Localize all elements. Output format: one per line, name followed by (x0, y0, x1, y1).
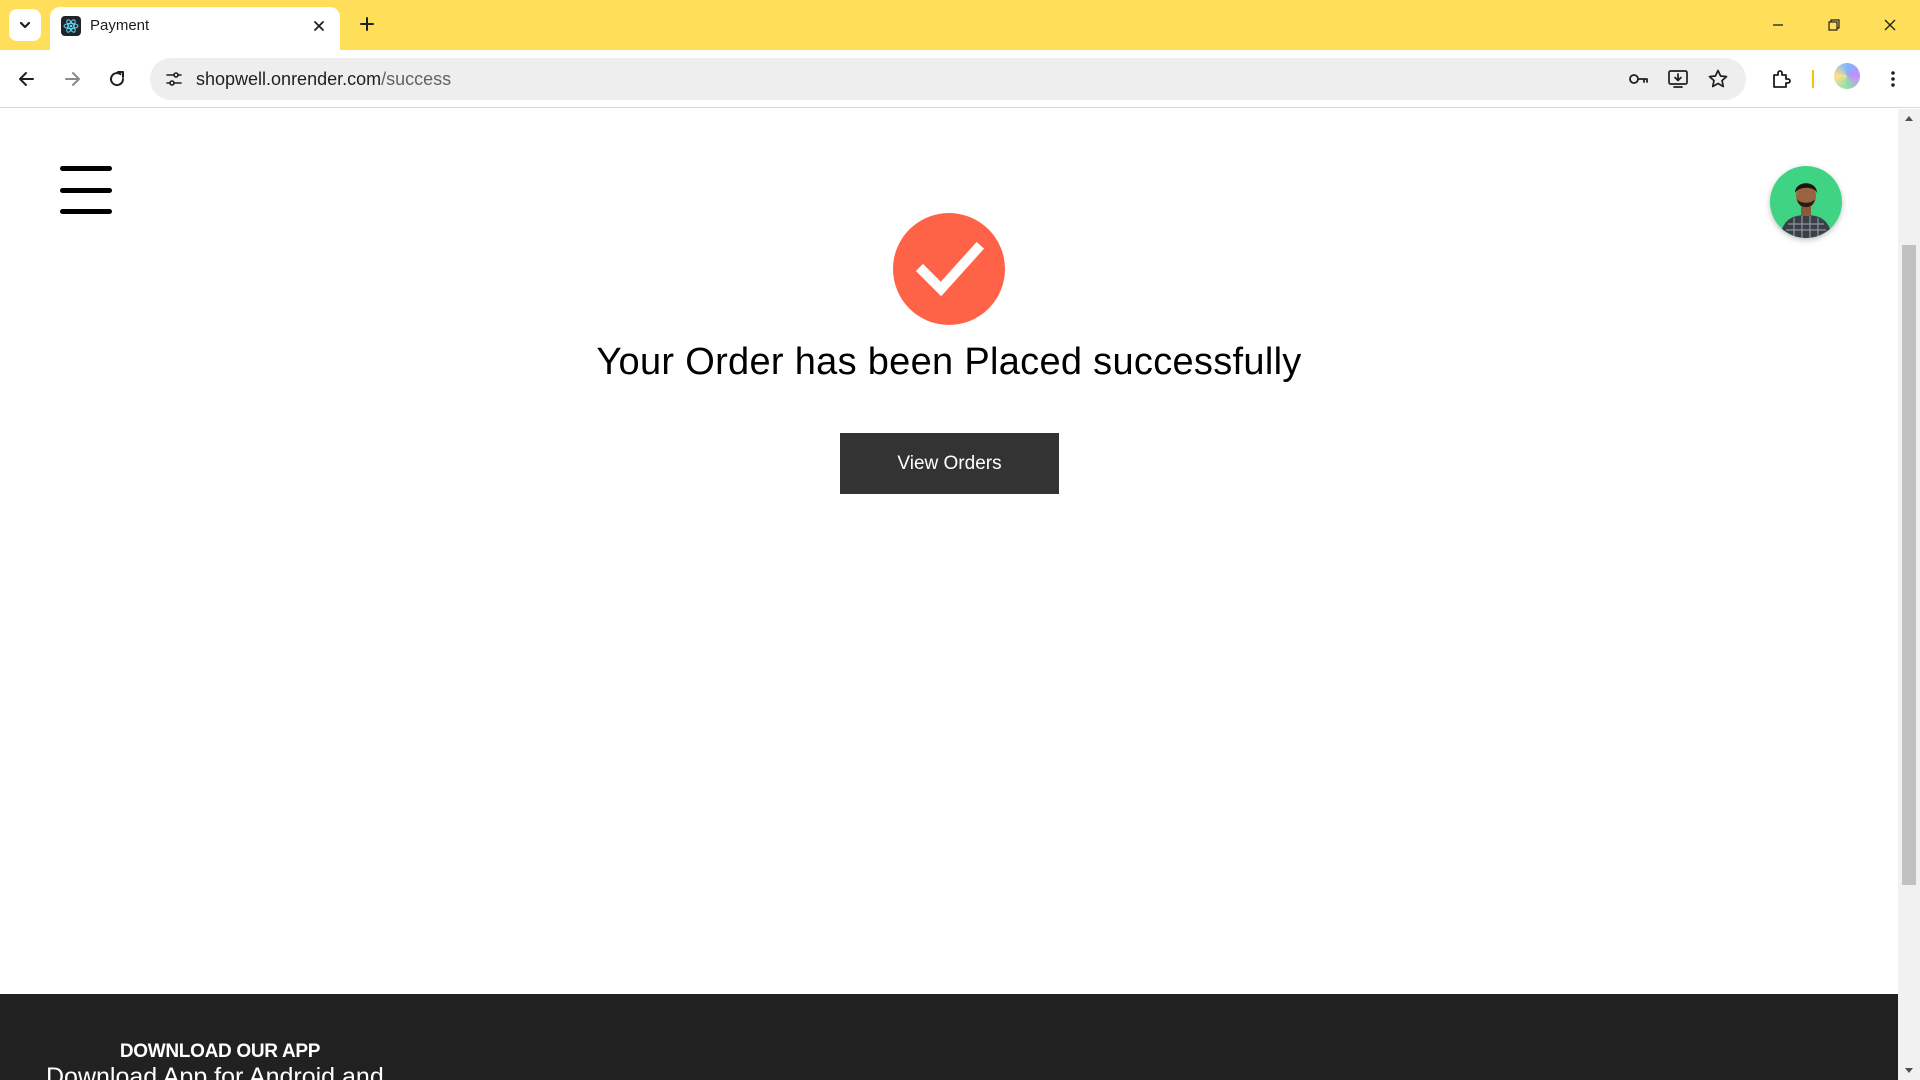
hamburger-line (60, 166, 112, 171)
url-text[interactable]: shopwell.onrender.com/success (196, 69, 451, 90)
password-key-button[interactable] (1622, 63, 1654, 95)
forward-button[interactable] (55, 62, 89, 96)
puzzle-icon (1773, 70, 1791, 88)
install-app-button[interactable] (1662, 63, 1694, 95)
arrow-left-icon (19, 72, 34, 86)
tune-icon (166, 72, 182, 86)
more-vertical-icon (1891, 71, 1895, 87)
active-tab[interactable]: Payment (50, 7, 340, 50)
reload-icon (110, 71, 125, 87)
tab-title: Payment (90, 17, 150, 34)
key-icon (1629, 74, 1648, 84)
footer-download-text: Download App for Android and (46, 1063, 384, 1080)
react-logo-icon (61, 16, 81, 36)
arrow-right-icon (65, 72, 80, 86)
scrollbar-thumb[interactable] (1902, 245, 1916, 885)
reload-button[interactable] (100, 62, 134, 96)
plus-icon (360, 17, 374, 31)
hamburger-line (60, 209, 112, 214)
back-button[interactable] (10, 62, 44, 96)
scroll-up-button[interactable] (1898, 109, 1920, 127)
url-host: shopwell.onrender.com (196, 69, 382, 89)
browser-menu-button[interactable] (1876, 62, 1910, 96)
triangle-up-icon (1905, 116, 1913, 121)
close-icon (314, 21, 324, 31)
close-icon (1884, 19, 1896, 31)
extensions-button[interactable] (1764, 62, 1798, 96)
success-message: Your Order has been Placed successfully (596, 341, 1302, 383)
site-info-button[interactable] (158, 63, 190, 95)
minimize-button[interactable] (1750, 0, 1806, 50)
install-icon (1668, 70, 1688, 88)
footer-download-heading: DOWNLOAD OUR APP (119, 1041, 321, 1062)
star-icon (1708, 69, 1728, 88)
hamburger-menu-icon[interactable] (58, 164, 114, 216)
toolbar-separator (1812, 70, 1814, 88)
user-avatar[interactable] (1770, 166, 1842, 238)
success-check-badge (893, 213, 1005, 325)
check-icon (915, 241, 985, 297)
user-photo-icon (1780, 183, 1832, 238)
tab-search-button[interactable] (9, 9, 41, 41)
restore-button[interactable] (1806, 0, 1862, 50)
chevron-down-icon (19, 21, 31, 29)
hamburger-line (60, 188, 112, 193)
bookmark-button[interactable] (1702, 63, 1734, 95)
address-bar[interactable]: shopwell.onrender.com/success (150, 58, 1746, 100)
footer: DOWNLOAD OUR APP Download App for Androi… (0, 994, 1898, 1080)
browser-toolbar: shopwell.onrender.com/success (0, 50, 1920, 108)
close-tab-button[interactable] (308, 15, 330, 37)
restore-icon (1828, 19, 1840, 31)
profile-avatar[interactable] (1834, 63, 1860, 89)
close-window-button[interactable] (1862, 0, 1918, 50)
page-viewport: Your Order has been Placed successfully … (0, 109, 1920, 1080)
url-path: /success (381, 69, 452, 89)
view-orders-button[interactable]: View Orders (840, 433, 1059, 494)
tab-strip: Payment (0, 0, 1920, 50)
minimize-icon (1773, 24, 1783, 26)
triangle-down-icon (1905, 1068, 1913, 1073)
new-tab-button[interactable] (352, 9, 382, 39)
scroll-down-button[interactable] (1898, 1062, 1920, 1080)
vertical-scrollbar[interactable] (1898, 109, 1920, 1080)
